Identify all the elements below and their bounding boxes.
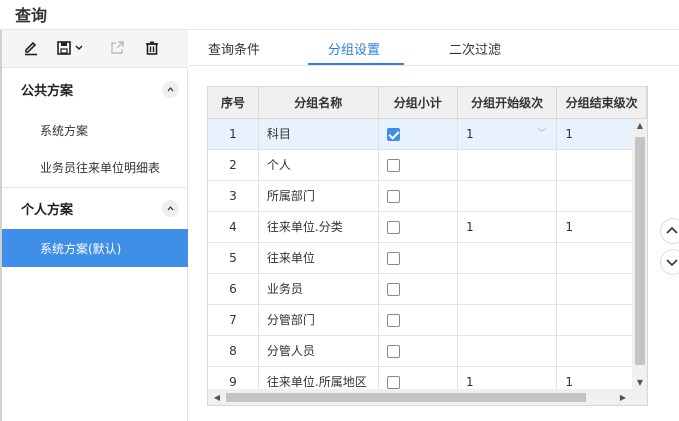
scheme-item-label: 系统方案(默认) bbox=[40, 242, 122, 256]
cell-subtotal bbox=[378, 118, 458, 150]
cell-group-name[interactable]: 往来单位 bbox=[258, 242, 379, 274]
cell-group-name[interactable]: 业务员 bbox=[258, 273, 379, 305]
subtotal-checkbox[interactable] bbox=[386, 189, 400, 203]
cell-group-name[interactable]: 个人 bbox=[258, 149, 379, 181]
delete-icon[interactable] bbox=[141, 37, 163, 59]
scheme-item-salesperson-detail[interactable]: 业务员往来单位明细表 bbox=[2, 148, 188, 186]
cell-start-level[interactable] bbox=[457, 180, 558, 212]
col-header-end-level[interactable]: 分组结束级次 bbox=[556, 87, 647, 119]
group-table: 序号 分组名称 分组小计 分组开始级次 分组结束级次 1 科目 1﹀ 1 2 bbox=[208, 87, 647, 398]
cell-start-level[interactable] bbox=[457, 304, 558, 336]
cell-group-name[interactable]: 科目 bbox=[258, 118, 379, 150]
tab-group-settings[interactable]: 分组设置 bbox=[328, 39, 380, 58]
col-header-subtotal[interactable]: 分组小计 bbox=[378, 87, 458, 119]
table-row[interactable]: 1 科目 1 ﹀ 1 bbox=[208, 118, 647, 150]
title-bar: 查询 bbox=[0, 0, 679, 30]
table-row[interactable]: 2 个人 bbox=[208, 149, 647, 181]
subtotal-checkbox[interactable] bbox=[386, 344, 400, 358]
cell-group-name[interactable]: 所属部门 bbox=[258, 180, 379, 212]
subtotal-checkbox[interactable] bbox=[386, 127, 400, 141]
cell-no: 5 bbox=[208, 242, 259, 274]
window-title: 查询 bbox=[15, 6, 48, 25]
table-row[interactable]: 8 分管人员 bbox=[208, 335, 647, 367]
col-header-group-name[interactable]: 分组名称 bbox=[258, 87, 379, 119]
table-header-row: 序号 分组名称 分组小计 分组开始级次 分组结束级次 bbox=[208, 87, 647, 119]
query-dialog: 查询 公共方案 系统方案 业务员往来单位明细表 个人方案 系统方案(默认) 查询… bbox=[0, 0, 679, 421]
cell-subtotal bbox=[378, 242, 458, 274]
cell-no: 8 bbox=[208, 335, 259, 367]
cell-no: 4 bbox=[208, 211, 259, 243]
cell-start-level[interactable] bbox=[457, 242, 558, 274]
scroll-down-icon[interactable]: ▼ bbox=[632, 376, 647, 390]
cell-start-level[interactable] bbox=[457, 149, 558, 181]
move-down-button[interactable] bbox=[660, 249, 679, 275]
subtotal-checkbox[interactable] bbox=[386, 282, 400, 296]
scheme-sidebar: 公共方案 系统方案 业务员往来单位明细表 个人方案 系统方案(默认) bbox=[0, 30, 188, 421]
col-header-no[interactable]: 序号 bbox=[208, 87, 259, 119]
horizontal-scroll-thumb[interactable] bbox=[226, 393, 586, 402]
subtotal-checkbox[interactable] bbox=[386, 158, 400, 172]
vertical-scrollbar[interactable]: ▲ ▼ bbox=[632, 119, 647, 390]
cell-no: 7 bbox=[208, 304, 259, 336]
scrollbar-corner bbox=[632, 389, 647, 405]
col-header-start-level[interactable]: 分组开始级次 bbox=[457, 87, 558, 119]
active-tab-indicator bbox=[308, 63, 404, 65]
scheme-item-label: 系统方案 bbox=[40, 124, 89, 138]
cell-subtotal bbox=[378, 149, 458, 181]
scheme-item-label: 业务员往来单位明细表 bbox=[40, 161, 161, 175]
table-row[interactable]: 7 分管部门 bbox=[208, 304, 647, 336]
cell-start-level[interactable]: 1 bbox=[457, 211, 558, 243]
cell-subtotal bbox=[378, 180, 458, 212]
group-settings-grid: 序号 分组名称 分组小计 分组开始级次 分组结束级次 1 科目 1﹀ 1 2 bbox=[207, 86, 648, 406]
cell-no: 3 bbox=[208, 180, 259, 212]
start-level-value: 1 bbox=[465, 126, 474, 141]
tab-bar: 查询条件 分组设置 二次过滤 bbox=[189, 30, 679, 66]
cell-no: 2 bbox=[208, 149, 259, 181]
cell-subtotal bbox=[378, 335, 458, 367]
scheme-item-system-default[interactable]: 系统方案(默认) bbox=[2, 229, 188, 267]
cell-start-level[interactable] bbox=[457, 335, 558, 367]
chevron-down-icon[interactable]: ﹀ bbox=[537, 126, 546, 139]
tab-secondary-filter[interactable]: 二次过滤 bbox=[449, 39, 501, 58]
table-row[interactable]: 4 往来单位.分类 1 1 bbox=[208, 211, 647, 243]
cell-start-level[interactable]: 1 ﹀ bbox=[457, 118, 558, 150]
table-row[interactable]: 3 所属部门 bbox=[208, 180, 647, 212]
cell-start-level[interactable] bbox=[457, 273, 558, 305]
table-row[interactable]: 5 往来单位 bbox=[208, 242, 647, 274]
section-label: 公共方案 bbox=[21, 84, 74, 99]
scroll-right-icon[interactable]: ▶ bbox=[616, 389, 630, 405]
chevron-up-icon bbox=[666, 226, 678, 234]
section-personal-schemes[interactable]: 个人方案 bbox=[2, 190, 188, 226]
chevron-up-icon[interactable] bbox=[162, 200, 179, 217]
vertical-scroll-thumb[interactable] bbox=[635, 137, 645, 365]
table-row[interactable]: 6 业务员 bbox=[208, 273, 647, 305]
cell-no: 1 bbox=[208, 118, 259, 150]
scroll-left-icon[interactable]: ◀ bbox=[210, 389, 224, 405]
subtotal-checkbox[interactable] bbox=[386, 251, 400, 265]
subtotal-checkbox[interactable] bbox=[386, 375, 400, 389]
chevron-down-icon bbox=[666, 259, 678, 267]
edit-icon[interactable] bbox=[20, 37, 42, 59]
section-label: 个人方案 bbox=[21, 203, 74, 218]
export-icon[interactable] bbox=[106, 37, 128, 59]
subtotal-checkbox[interactable] bbox=[386, 313, 400, 327]
scheme-item-system[interactable]: 系统方案 bbox=[2, 111, 188, 149]
section-public-schemes[interactable]: 公共方案 bbox=[2, 71, 188, 107]
cell-group-name[interactable]: 往来单位.分类 bbox=[258, 211, 379, 243]
tab-query-conditions[interactable]: 查询条件 bbox=[208, 39, 260, 58]
cell-group-name[interactable]: 分管人员 bbox=[258, 335, 379, 367]
cell-no: 6 bbox=[208, 273, 259, 305]
cell-subtotal bbox=[378, 273, 458, 305]
cell-group-name[interactable]: 分管部门 bbox=[258, 304, 379, 336]
chevron-up-icon[interactable] bbox=[162, 81, 179, 98]
move-up-button[interactable] bbox=[660, 218, 679, 244]
subtotal-checkbox[interactable] bbox=[386, 220, 400, 234]
horizontal-scrollbar[interactable]: ◀ ▶ bbox=[208, 389, 632, 405]
scheme-toolbar bbox=[2, 30, 188, 68]
divider bbox=[2, 187, 188, 188]
save-icon[interactable] bbox=[54, 37, 88, 59]
scroll-up-icon[interactable]: ▲ bbox=[632, 119, 647, 133]
cell-subtotal bbox=[378, 211, 458, 243]
cell-subtotal bbox=[378, 304, 458, 336]
